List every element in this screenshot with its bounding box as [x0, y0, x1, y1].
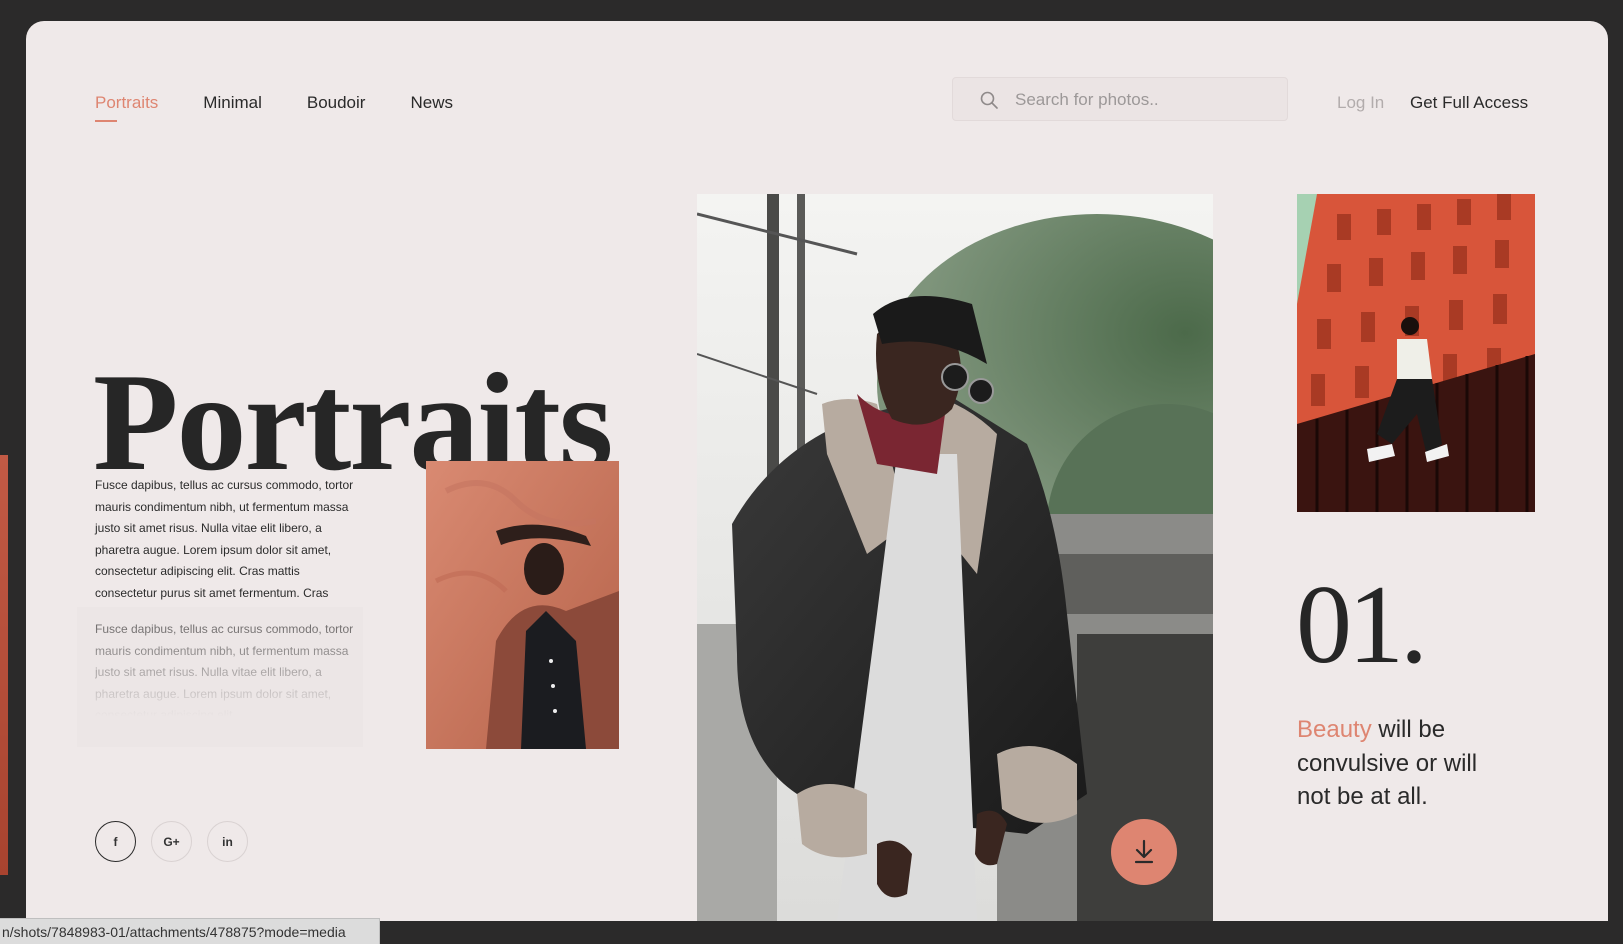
- social-links: f G+ in: [95, 821, 248, 862]
- login-link[interactable]: Log In: [1337, 93, 1384, 113]
- intro-paragraph: Fusce dapibus, tellus ac cursus commodo,…: [95, 478, 354, 621]
- page-canvas: Portraits Minimal Boudoir News Log In Ge…: [26, 21, 1608, 921]
- linkedin-icon[interactable]: in: [207, 821, 248, 862]
- background-window-edge: [0, 455, 8, 875]
- google-plus-icon[interactable]: G+: [151, 821, 192, 862]
- nav-item-news[interactable]: News: [410, 93, 453, 113]
- faded-paragraph: Fusce dapibus, tellus ac cursus commodo,…: [95, 622, 354, 722]
- faded-paragraph-panel: Fusce dapibus, tellus ac cursus commodo,…: [77, 607, 363, 747]
- feature-number: 01.: [1296, 563, 1428, 687]
- nav-item-portraits[interactable]: Portraits: [95, 93, 158, 122]
- search-box[interactable]: [952, 77, 1288, 122]
- search-icon: [980, 91, 998, 109]
- nav-item-boudoir[interactable]: Boudoir: [307, 93, 366, 113]
- get-full-access-link[interactable]: Get Full Access: [1410, 93, 1528, 113]
- download-button[interactable]: [1111, 819, 1177, 885]
- nav-item-minimal[interactable]: Minimal: [203, 93, 262, 113]
- portrait-photo-small[interactable]: [426, 461, 619, 749]
- quote-accent-word: Beauty: [1297, 716, 1372, 743]
- facebook-icon[interactable]: f: [95, 821, 136, 862]
- search-input[interactable]: [1013, 78, 1277, 122]
- main-nav: Portraits Minimal Boudoir News: [95, 93, 453, 122]
- portrait-photo-main[interactable]: [697, 194, 1213, 921]
- status-bar-url: n/shots/7848983-01/attachments/478875?mo…: [0, 918, 380, 944]
- feature-quote: Beauty will be convulsive or will not be…: [1297, 713, 1487, 814]
- download-icon: [1134, 839, 1154, 864]
- portrait-photo-side[interactable]: [1297, 194, 1535, 512]
